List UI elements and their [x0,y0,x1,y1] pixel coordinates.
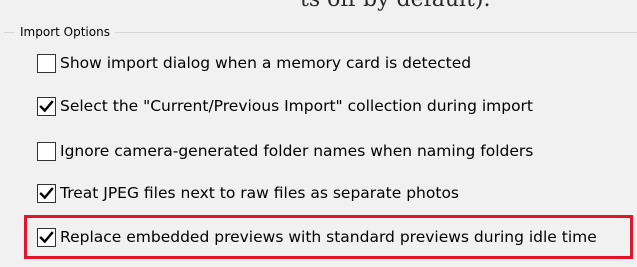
select-current-previous-import-checkbox[interactable] [37,96,56,116]
treat-jpeg-separate-checkbox[interactable] [37,183,56,203]
check-mark-icon [39,186,54,199]
option-ignore-camera-folder-names[interactable]: Ignore camera-generated folder names whe… [37,138,533,164]
treat-jpeg-separate-label[interactable]: Treat JPEG files next to raw files as se… [60,183,459,203]
ignore-camera-folder-names-checkbox[interactable] [37,141,56,161]
import-options-panel: Import Options Show import dialog when a… [0,14,637,267]
show-import-dialog-label[interactable]: Show import dialog when a memory card is… [60,53,471,73]
cropped-caption-text: ts off by default). [300,0,490,12]
group-box-title: Import Options [15,24,115,40]
option-select-current-previous-import[interactable]: Select the "Current/Previous Import" col… [37,93,533,119]
check-mark-icon [39,99,54,112]
option-treat-jpeg-separate[interactable]: Treat JPEG files next to raw files as se… [37,180,459,206]
option-show-import-dialog[interactable]: Show import dialog when a memory card is… [37,50,471,76]
highlight-annotation-box [24,215,633,259]
ignore-camera-folder-names-label[interactable]: Ignore camera-generated folder names whe… [60,141,533,161]
select-current-previous-import-label[interactable]: Select the "Current/Previous Import" col… [60,96,533,116]
cropped-caption-strip: ts off by default). [0,0,637,14]
show-import-dialog-checkbox[interactable] [37,53,56,73]
